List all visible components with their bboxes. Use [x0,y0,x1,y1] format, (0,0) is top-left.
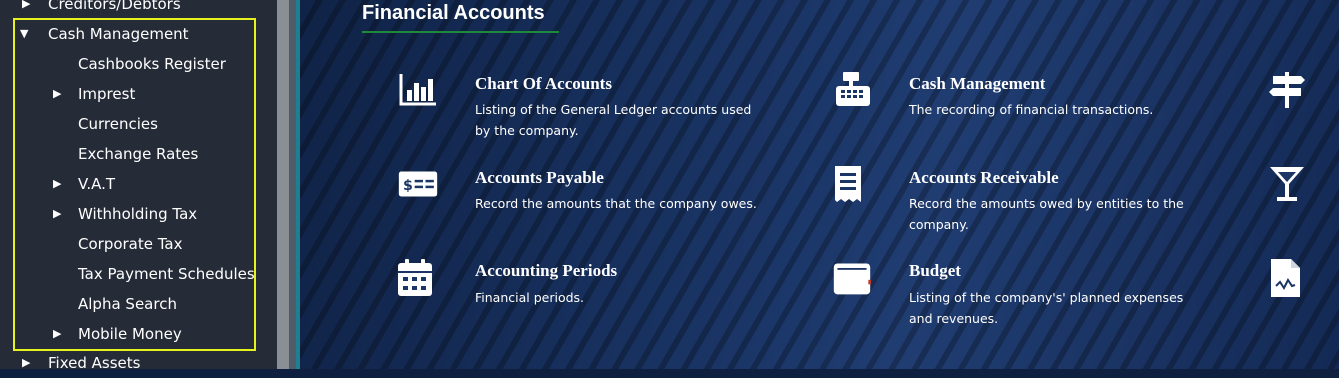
card-title[interactable]: Accounts Payable [475,168,604,188]
document-chart-icon[interactable] [1265,258,1305,298]
chevron-right-icon: ▶ [53,87,62,100]
sidebar-item-label: Tax Payment Schedules [78,265,255,283]
main-panel: Financial Accounts Chart Of Accounts Lis… [300,0,1339,369]
wallet-icon [833,263,872,295]
card-title[interactable]: Accounting Periods [475,261,617,281]
calendar-icon [398,259,432,296]
sidebar-item-label: Imprest [78,85,136,103]
sidebar-item-label: Cashbooks Register [78,55,226,73]
sidebar-item-label: Mobile Money [78,325,182,343]
chevron-right-icon: ▶ [22,356,31,369]
sidebar-item-label: V.A.T [78,175,116,193]
card-description: Record the amounts that the company owes… [475,196,757,211]
card-description: Financial periods. [475,290,585,305]
card-description: The recording of financial transactions. [909,102,1154,117]
sidebar-item-label: Corporate Tax [78,235,183,253]
card-description: Listing of the company's' planned expens… [909,290,1184,326]
svg-text:$: $ [403,178,413,194]
card-title[interactable]: Budget [909,261,961,281]
cash-register-icon [836,72,870,106]
sidebar-item-label: Alpha Search [78,295,177,313]
chevron-down-icon: ▼ [20,27,29,40]
page-title: Financial Accounts [362,2,545,24]
card-title[interactable]: Accounts Receivable [909,168,1059,188]
chevron-right-icon: ▶ [53,207,62,220]
sidebar-item-label: Currencies [78,115,158,133]
signpost-icon[interactable] [1267,70,1307,110]
card-title[interactable]: Chart Of Accounts [475,74,612,94]
sidebar-item-label: Exchange Rates [78,145,199,163]
title-underline [362,31,559,33]
sidebar-nav: ▶ Creditors/Debtors ▼ Cash Management Ca… [0,0,277,372]
sidebar-item-label: Fixed Assets [48,354,141,372]
cocktail-icon[interactable] [1267,164,1307,204]
sidebar-item-label: Withholding Tax [78,205,198,223]
sidebar-item-label: Cash Management [48,25,189,43]
chevron-right-icon: ▶ [53,177,62,190]
cheque-icon: $ [398,171,438,197]
card-description: Record the amounts owed by entities to t… [909,196,1184,232]
sidebar-scrollbar[interactable] [277,0,289,369]
bar-chart-icon [399,74,436,106]
card-description: Listing of the General Ledger accounts u… [475,102,752,138]
chevron-right-icon: ▶ [53,327,62,340]
receipt-icon [835,166,861,202]
card-title[interactable]: Cash Management [909,74,1045,94]
chevron-right-icon: ▶ [22,0,31,10]
sidebar-item-label: Creditors/Debtors [48,0,181,13]
